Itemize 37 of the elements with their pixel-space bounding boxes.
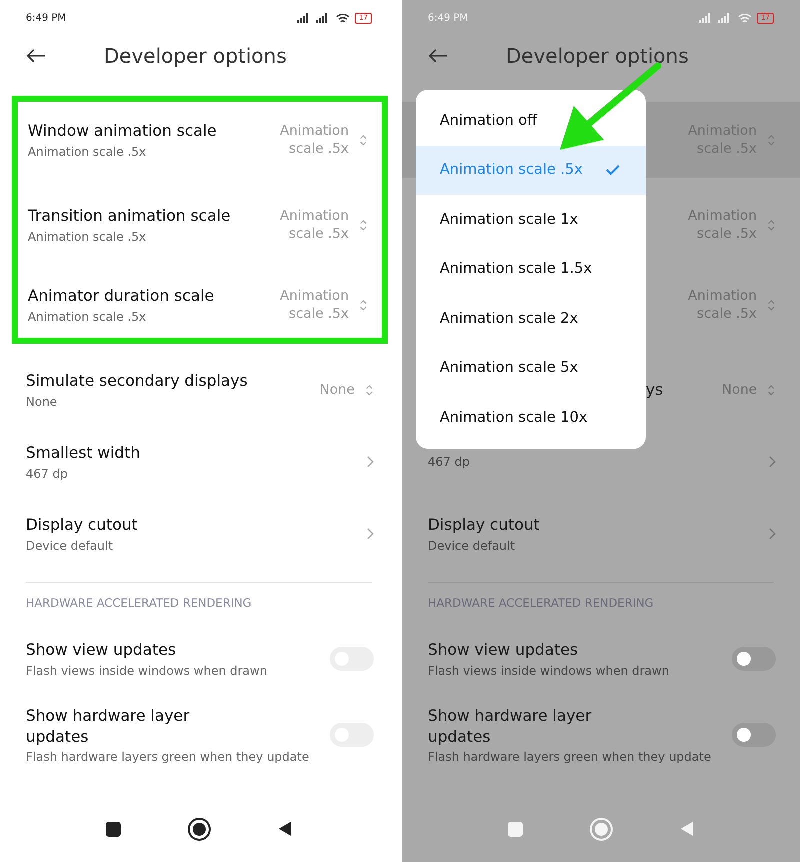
setting-summary: Flash views inside windows when drawn [26,664,268,678]
status-time: 6:49 PM [26,12,66,24]
section-header: HARDWARE ACCELERATED RENDERING [26,596,252,610]
setting-summary: 467 dp [26,466,69,481]
setting-value: Animation scale .5x [279,206,349,244]
setting-summary: Flash views inside windows when drawn [428,664,670,678]
setting-title: Show view updates [428,640,580,661]
setting-value: None [720,380,758,400]
setting-summary: 467 dp [428,455,471,469]
setting-value: None [318,380,355,400]
setting-title: Show view updates [26,640,178,661]
setting-summary: Flash hardware layers green when they update [26,750,310,764]
screen-title: Developer options [104,44,287,68]
setting-value: Animation scale .5x [687,206,757,244]
setting-title: ys [646,380,664,400]
setting-title: Transition animation scale [28,206,232,227]
setting-value: Animation scale .5x [279,122,349,158]
setting-title: Show hardware layer updates [26,706,191,747]
status-time: 6:49 PM [428,12,468,24]
setting-title: Smallest width [26,443,142,464]
setting-title: Display cutout [428,515,541,536]
section-header: HARDWARE ACCELERATED RENDERING [428,596,654,610]
setting-title: Simulate secondary displays [26,371,249,392]
setting-summary: Device default [26,538,114,553]
setting-summary: Animation scale .5x [28,230,148,244]
screen-title: Developer options [506,44,689,68]
setting-summary: Animation scale .5x [28,144,148,159]
setting-summary: Device default [428,538,516,553]
setting-title: Animator duration scale [28,286,216,307]
setting-title: Window animation scale [28,121,218,142]
setting-title: Show hardware layer updates [428,706,593,747]
setting-summary: None [26,394,58,409]
setting-summary: Animation scale .5x [28,310,148,324]
setting-value: Animation scale .5x [279,286,349,324]
setting-title: Display cutout [26,515,139,536]
setting-value: Animation scale .5x [687,286,757,324]
setting-summary: Flash hardware layers green when they update [428,750,712,764]
